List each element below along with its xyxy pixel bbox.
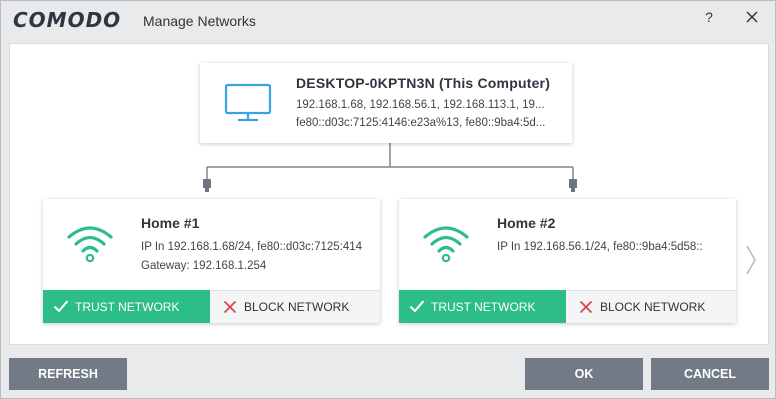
computer-ipv4-addresses: 192.168.1.68, 192.168.56.1, 192.168.113.… bbox=[296, 99, 545, 111]
help-button[interactable]: ? bbox=[701, 7, 717, 27]
close-icon bbox=[746, 11, 758, 23]
trust-network-button[interactable]: TRUST NETWORK bbox=[399, 290, 566, 323]
computer-ipv6-addresses: fe80::d03c:7125:4146:e23a%13, fe80::9ba4… bbox=[296, 117, 546, 129]
block-network-label: BLOCK NETWORK bbox=[600, 300, 706, 314]
trust-network-label: TRUST NETWORK bbox=[431, 300, 536, 314]
next-page-arrow[interactable] bbox=[744, 244, 758, 276]
ethernet-plug-icon bbox=[569, 179, 577, 192]
block-network-label: BLOCK NETWORK bbox=[244, 300, 350, 314]
chevron-right-icon bbox=[746, 245, 756, 275]
comodo-logo: COMODO bbox=[13, 8, 122, 32]
checkmark-icon bbox=[409, 300, 425, 313]
trust-network-button[interactable]: TRUST NETWORK bbox=[43, 290, 210, 323]
network-name: Home #1 bbox=[141, 215, 200, 231]
monitor-icon bbox=[224, 83, 272, 122]
network-name: Home #2 bbox=[497, 215, 556, 231]
network-ip: IP In 192.168.56.1/24, fe80::9ba4:5d58:: bbox=[497, 241, 703, 253]
network-card-home-1: Home #1 IP In 192.168.1.68/24, fe80::d03… bbox=[43, 199, 380, 323]
checkmark-icon bbox=[53, 300, 69, 313]
title-bar: COMODO Manage Networks ? bbox=[1, 1, 775, 39]
window-title: Manage Networks bbox=[143, 13, 256, 29]
cancel-button[interactable]: CANCEL bbox=[651, 358, 769, 390]
network-gateway: Gateway: 192.168.1.254 bbox=[141, 260, 267, 272]
block-network-button[interactable]: BLOCK NETWORK bbox=[566, 290, 736, 323]
manage-networks-window: COMODO Manage Networks ? DESKTOP-0KPTN3N… bbox=[0, 0, 776, 399]
network-card-home-2: Home #2 IP In 192.168.56.1/24, fe80::9ba… bbox=[399, 199, 736, 323]
block-network-button[interactable]: BLOCK NETWORK bbox=[210, 290, 380, 323]
network-map-panel: DESKTOP-0KPTN3N (This Computer) 192.168.… bbox=[9, 43, 769, 345]
wifi-icon bbox=[423, 226, 469, 263]
block-x-icon bbox=[223, 300, 237, 314]
refresh-button[interactable]: REFRESH bbox=[9, 358, 127, 390]
ok-button[interactable]: OK bbox=[525, 358, 643, 390]
this-computer-card: DESKTOP-0KPTN3N (This Computer) 192.168.… bbox=[200, 63, 572, 143]
block-x-icon bbox=[579, 300, 593, 314]
computer-name: DESKTOP-0KPTN3N (This Computer) bbox=[296, 75, 551, 91]
ethernet-plug-icon bbox=[203, 179, 211, 192]
trust-network-label: TRUST NETWORK bbox=[75, 300, 180, 314]
wifi-icon bbox=[67, 226, 113, 263]
close-button[interactable] bbox=[743, 7, 761, 27]
network-ip: IP In 192.168.1.68/24, fe80::d03c:7125:4… bbox=[141, 241, 363, 253]
